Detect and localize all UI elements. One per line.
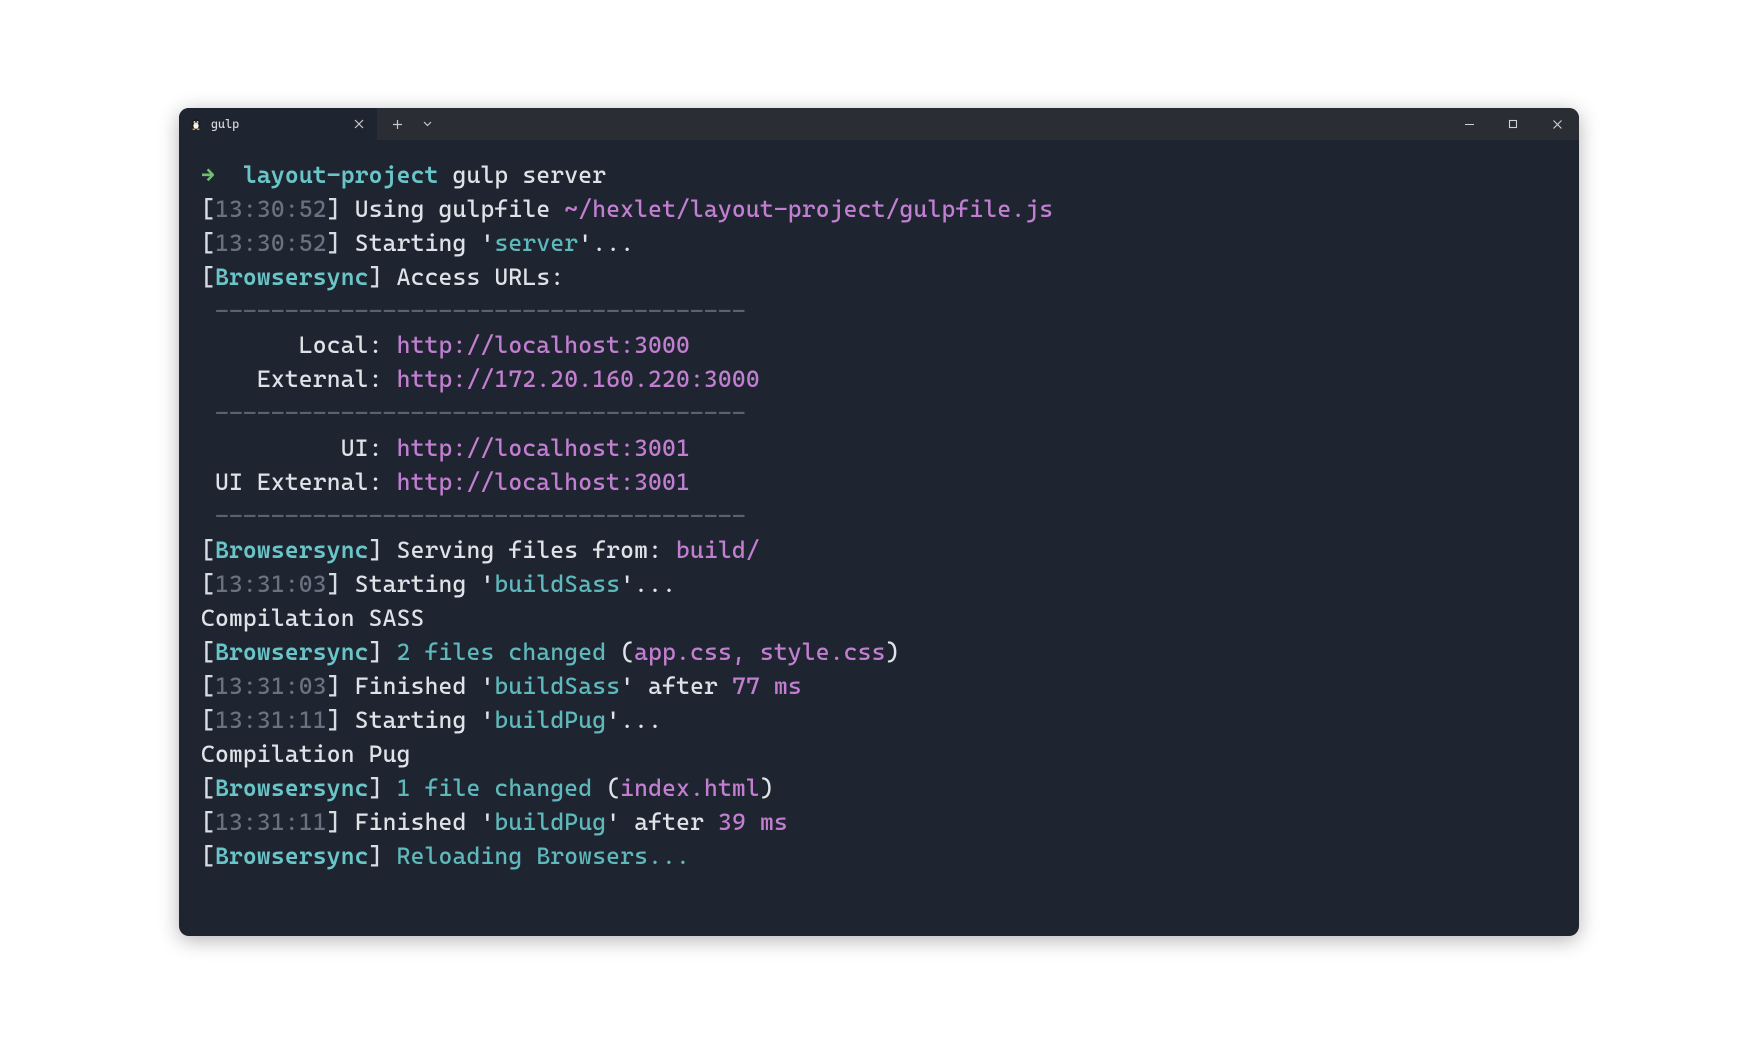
duration: 39 ms	[718, 808, 788, 836]
local-url: http://localhost:3000	[397, 331, 690, 359]
browsersync-tag: Browsersync	[215, 774, 369, 802]
text: Finished	[355, 808, 467, 836]
local-label: Local:	[201, 331, 383, 359]
text: Access URLs:	[397, 263, 565, 291]
text: Serving files from:	[397, 536, 662, 564]
timestamp: 13:30:52	[215, 195, 327, 223]
divider: --------------------------------------	[201, 297, 746, 325]
task-name: buildSass	[494, 570, 620, 598]
close-window-button[interactable]	[1535, 119, 1579, 130]
task-name: server	[494, 229, 578, 257]
terminal-output[interactable]: → layout-project gulp server [13:30:52] …	[179, 140, 1579, 936]
terminal-window: gulp → l	[179, 108, 1579, 936]
changed-files: index.html	[620, 774, 760, 802]
divider: --------------------------------------	[201, 502, 746, 530]
timestamp: 13:31:11	[215, 808, 327, 836]
minimize-button[interactable]	[1447, 119, 1491, 130]
timestamp: 13:31:11	[215, 706, 327, 734]
window-controls	[1447, 119, 1579, 130]
penguin-icon	[189, 117, 203, 131]
browsersync-tag: Browsersync	[215, 842, 369, 870]
text: after	[634, 808, 704, 836]
tab-dropdown-button[interactable]	[413, 108, 441, 140]
task-name: buildPug	[494, 706, 606, 734]
divider: --------------------------------------	[201, 399, 746, 427]
new-tab-button[interactable]	[383, 108, 411, 140]
text: Starting	[355, 706, 467, 734]
ui-external-label: UI External:	[201, 468, 383, 496]
text: Reloading Browsers...	[397, 842, 690, 870]
external-url: http://172.20.160.220:3000	[397, 365, 760, 393]
browsersync-tag: Browsersync	[215, 638, 369, 666]
tab-close-button[interactable]	[351, 116, 367, 132]
browsersync-tag: Browsersync	[215, 536, 369, 564]
text: after	[648, 672, 718, 700]
timestamp: 13:31:03	[215, 672, 327, 700]
ui-label: UI:	[201, 434, 383, 462]
task-name: buildSass	[494, 672, 620, 700]
tab-gulp[interactable]: gulp	[179, 108, 377, 140]
changed-files: app.css, style.css	[634, 638, 885, 666]
text: 2 files changed	[397, 638, 607, 666]
text: 1 file changed	[397, 774, 593, 802]
prompt-arrow: →	[201, 161, 215, 189]
browsersync-tag: Browsersync	[215, 263, 369, 291]
text: Using gulpfile	[355, 195, 551, 223]
ui-url: http://localhost:3001	[397, 434, 690, 462]
task-name: buildPug	[494, 808, 606, 836]
text: Compilation Pug	[201, 740, 411, 768]
titlebar: gulp	[179, 108, 1579, 140]
text: Starting	[355, 229, 467, 257]
ui-external-url: http://localhost:3001	[397, 468, 690, 496]
tabbar	[377, 108, 1579, 140]
external-label: External:	[201, 365, 383, 393]
tab-title: gulp	[211, 117, 239, 131]
prompt-dir: layout-project	[243, 161, 439, 189]
timestamp: 13:30:52	[215, 229, 327, 257]
gulpfile-path: ~/hexlet/layout-project/gulpfile.js	[564, 195, 1053, 223]
serving-dir: build/	[676, 536, 760, 564]
text: Starting	[355, 570, 467, 598]
text: Finished	[355, 672, 467, 700]
duration: 77 ms	[732, 672, 802, 700]
prompt-command: gulp server	[453, 161, 607, 189]
maximize-button[interactable]	[1491, 119, 1535, 129]
text: Compilation SASS	[201, 604, 425, 632]
timestamp: 13:31:03	[215, 570, 327, 598]
